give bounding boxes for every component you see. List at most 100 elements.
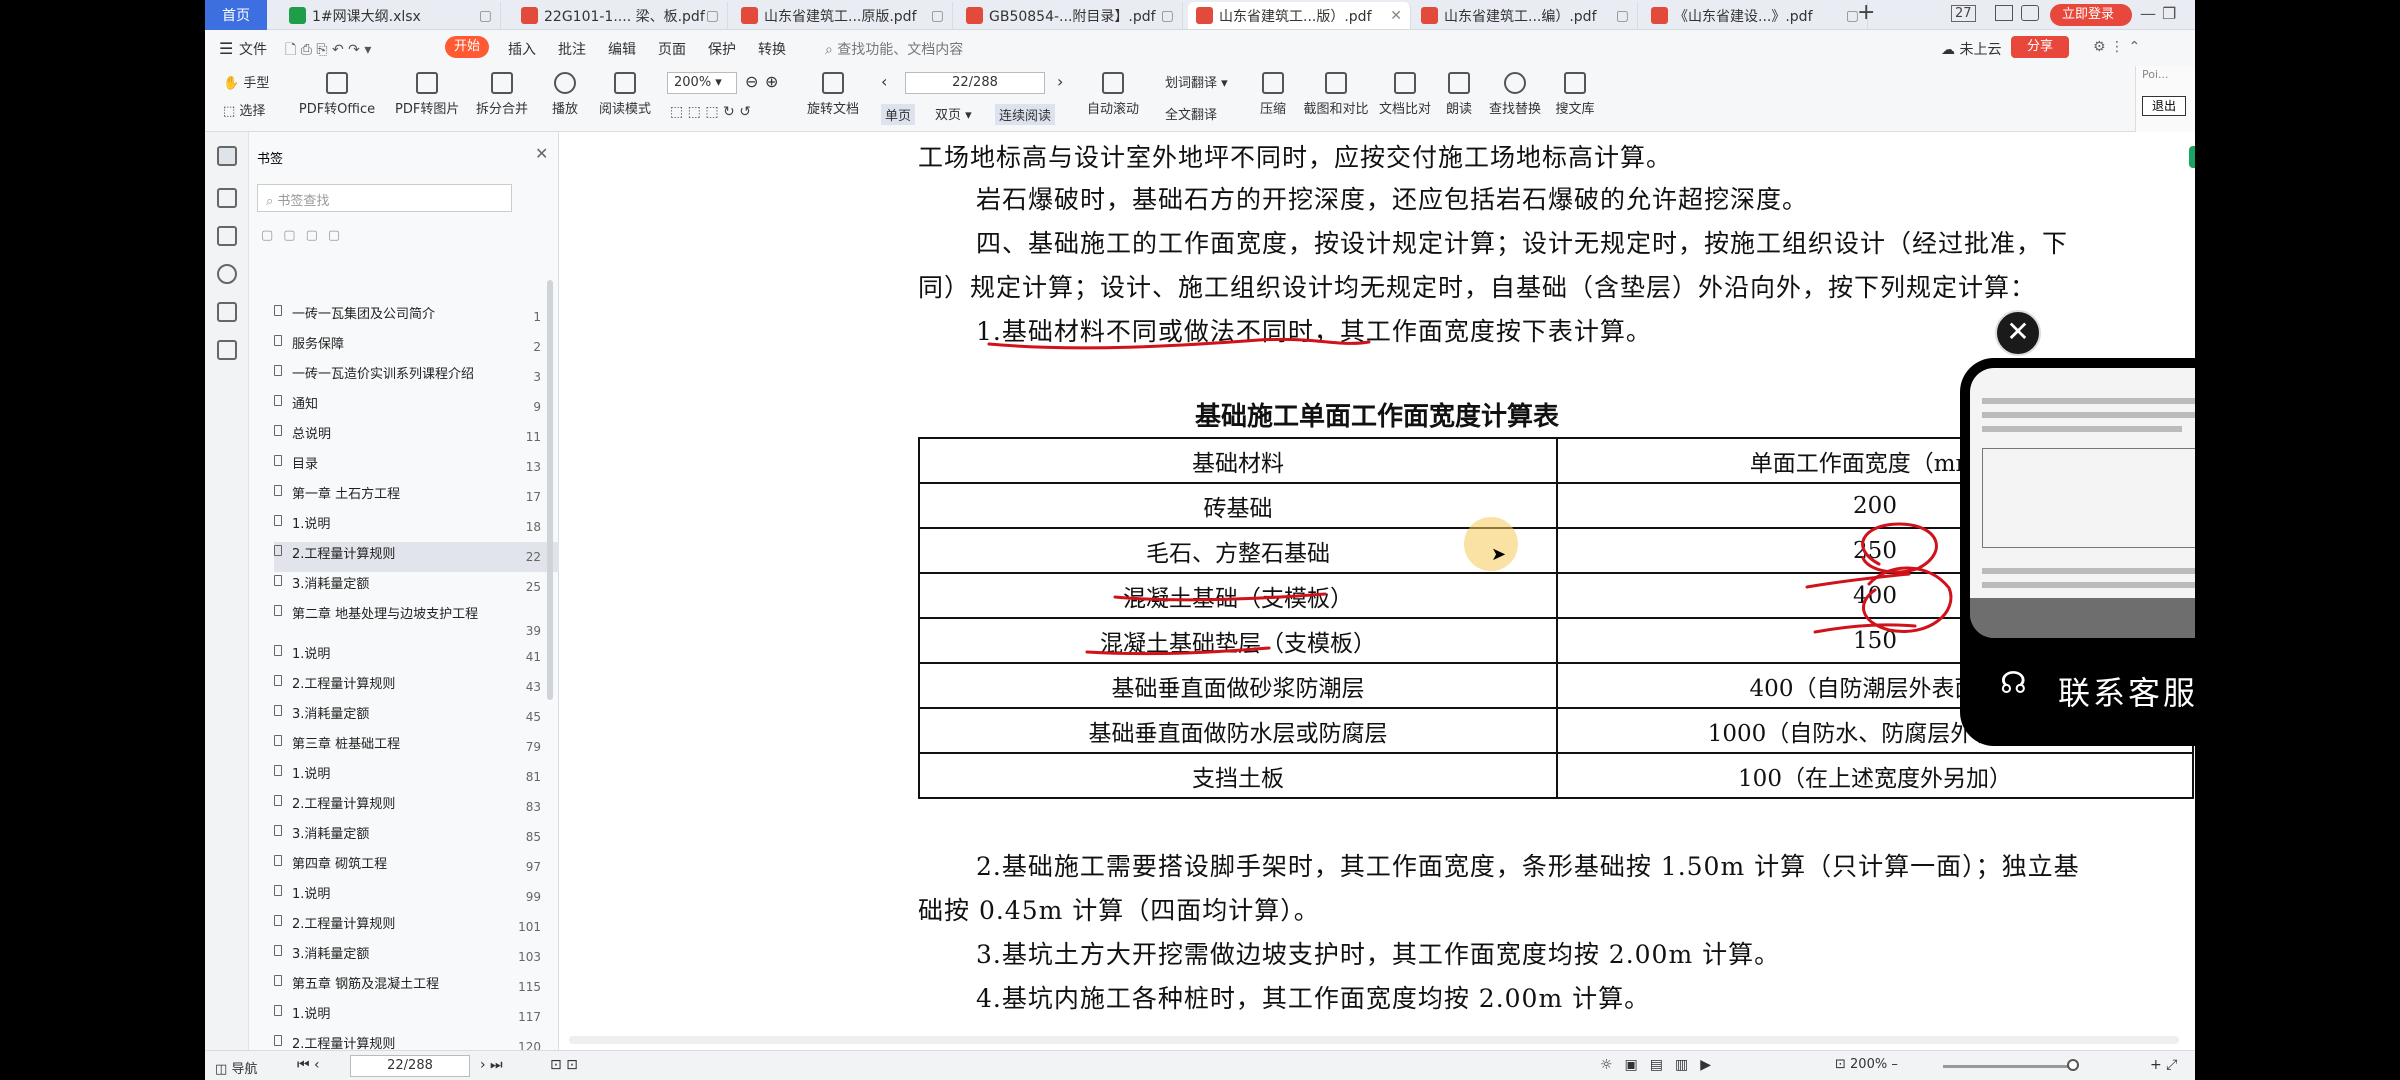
bookmark-item[interactable]: 第一章 土石方工程 17 — [274, 482, 559, 512]
bookmark-item[interactable]: 2.工程量计算规则 101 — [274, 912, 559, 942]
compress-button[interactable]: 压缩 — [1253, 72, 1293, 117]
layers-icon[interactable] — [217, 340, 237, 360]
bookmark-item[interactable]: 1.说明 41 — [274, 642, 559, 672]
find-replace-button[interactable]: 查找替换 — [1485, 72, 1545, 117]
bookmark-item[interactable]: 第三章 桩基础工程 79 — [274, 732, 559, 762]
next-page-icon[interactable]: › — [1057, 72, 1063, 91]
split-merge-button[interactable]: 拆分合并 — [470, 72, 534, 117]
bookmark-item[interactable]: 目录 13 — [274, 452, 559, 482]
bookmark-item[interactable]: 3.消耗量定额 25 — [274, 572, 559, 602]
save-icon[interactable]: 🗋 ⎙ ⎘ ↶ ↷ ▾ — [285, 39, 371, 63]
fullscreen-icon[interactable]: + ⤢ — [2150, 1057, 2177, 1073]
menu-file[interactable]: 文件 — [239, 39, 267, 59]
bookmark-item[interactable]: 总说明 11 — [274, 422, 559, 452]
single-page-button[interactable]: 单页 — [881, 104, 916, 125]
settings-icon[interactable]: ⚙ ⋮ ⌃ — [2093, 39, 2140, 55]
contact-service-label[interactable]: 联系客服 — [2058, 668, 2195, 714]
bookmark-item[interactable]: 第五章 钢筋及混凝土工程 115 — [274, 972, 559, 1002]
double-page-button[interactable]: 双页 ▾ — [935, 104, 972, 123]
tab-pdf[interactable]: 22G101-1.... 梁、板.pdf ▢ — [513, 2, 728, 29]
new-tab-icon[interactable]: + — [1857, 0, 1875, 25]
bookmark-item[interactable]: 通知 9 — [274, 392, 559, 422]
select-tool[interactable]: ⬚ 选择 — [223, 100, 265, 119]
menu-edit[interactable]: 编辑 — [608, 39, 636, 59]
continuous-button[interactable]: 连续阅读 — [995, 104, 1056, 125]
bookmark-icon[interactable] — [217, 146, 237, 166]
cloud-status[interactable]: ☁ 未上云 — [1941, 39, 2001, 59]
pdf-to-image-button[interactable]: PDF转图片 — [395, 72, 459, 117]
read-mode-button[interactable]: 阅读模式 — [595, 72, 655, 117]
read-aloud-button[interactable]: 朗读 — [1439, 72, 1479, 117]
close-icon[interactable]: ▢ — [706, 8, 719, 24]
share-button[interactable]: 分享 — [2011, 36, 2069, 58]
bookmark-item[interactable]: 1.说明 81 — [274, 762, 559, 792]
side-app-icon[interactable] — [2189, 146, 2195, 168]
doc-compare-button[interactable]: 文档比对 — [1377, 72, 1433, 117]
minimize-icon[interactable]: — — [2140, 4, 2156, 23]
hamburger-icon[interactable]: ☰ — [219, 39, 233, 58]
rotate-button[interactable]: 旋转文档 — [805, 72, 861, 117]
bookmark-item[interactable]: 一砖一瓦造价实训系列课程介绍 3 — [274, 362, 559, 392]
hand-tool[interactable]: ✋ 手型 — [223, 72, 269, 91]
login-button[interactable]: 立即登录 — [2050, 4, 2132, 26]
nav-button[interactable]: ◫ 导航 — [215, 1058, 257, 1077]
document-view[interactable]: 工场地标高与设计室外地坪不同时，应按交付施工场地标高计算。 岩石爆破时，基础石方… — [559, 132, 2195, 1050]
menu-page[interactable]: 页面 — [658, 39, 686, 59]
bookmark-item[interactable]: 3.消耗量定额 45 — [274, 702, 559, 732]
video-thumbnail[interactable] — [1970, 368, 2195, 638]
zoom-out-icon[interactable]: ⊖ — [745, 72, 758, 91]
search-library-button[interactable]: 搜文库 — [1551, 72, 1599, 117]
floating-video-widget[interactable]: ☊ 联系客服 — [1960, 358, 2195, 746]
close-icon[interactable]: ✕ — [535, 144, 548, 163]
tab-xlsx[interactable]: 1#网课大纲.xlsx ▢ — [281, 2, 501, 29]
page-input[interactable]: 22/288 — [905, 72, 1045, 94]
menu-insert[interactable]: 插入 — [508, 39, 536, 59]
menu-start[interactable]: 开始 — [445, 36, 489, 58]
play-button[interactable]: 播放 — [545, 72, 585, 117]
close-icon[interactable]: ▢ — [931, 8, 944, 24]
grid-icon[interactable] — [2021, 5, 2039, 21]
bookmark-item[interactable]: 2.工程量计算规则 83 — [274, 792, 559, 822]
bookmark-item[interactable]: 1.说明 117 — [274, 1002, 559, 1032]
bookmark-item[interactable]: 3.消耗量定额 85 — [274, 822, 559, 852]
bookmark-item[interactable]: 2.工程量计算规则 43 — [274, 672, 559, 702]
full-translate-button[interactable]: 全文翻译 — [1165, 104, 1217, 123]
bookmark-item[interactable]: 第四章 砌筑工程 97 — [274, 852, 559, 882]
comment-icon[interactable] — [217, 226, 237, 246]
layout-icon[interactable] — [1995, 5, 2013, 21]
video-controls[interactable] — [1970, 598, 2195, 638]
bookmark-search-input[interactable]: ⌕ 书签查找 — [257, 184, 512, 212]
last-page-icon[interactable]: › ⏭ — [480, 1057, 503, 1073]
bookmark-item[interactable]: 1.说明 99 — [274, 882, 559, 912]
fit-icon[interactable]: ⊡ ⊡ — [550, 1057, 578, 1073]
pdf-to-office-button[interactable]: PDF转Office — [297, 72, 377, 117]
thumbnail-icon[interactable] — [217, 188, 237, 208]
bookmark-action-icons[interactable]: ▢▢▢▢ — [261, 228, 350, 243]
signature-icon[interactable] — [217, 302, 237, 322]
tab-pdf-active[interactable]: 山东省建筑工...版）.pdf ✕ — [1188, 2, 1411, 29]
bookmark-item[interactable]: 第二章 地基处理与边坡支护工程 39 — [274, 602, 559, 642]
close-icon[interactable]: ▢ — [479, 8, 492, 24]
view-mode-icons[interactable]: ☼▣▤▥▶ — [1600, 1057, 1723, 1073]
auto-scroll-button[interactable]: 自动滚动 — [1085, 72, 1141, 117]
zoom-slider[interactable] — [1943, 1065, 2073, 1068]
zoom-slider-handle[interactable] — [2067, 1059, 2079, 1071]
close-icon[interactable]: ✕ — [1390, 8, 1402, 24]
attachment-icon[interactable] — [217, 264, 237, 284]
menu-protect[interactable]: 保护 — [708, 39, 736, 59]
close-icon[interactable]: ✕ — [1995, 310, 2041, 356]
shape-tools[interactable]: ⬚ ⬚ ⬚ ↻ ↺ — [670, 104, 751, 120]
prev-page-icon[interactable]: ‹ — [881, 72, 887, 91]
menu-comment[interactable]: 批注 — [558, 39, 586, 59]
screenshot-compare-button[interactable]: 截图和对比 — [1301, 72, 1371, 117]
status-zoom[interactable]: ⊡ 200% – — [1835, 1057, 1898, 1072]
tab-pdf[interactable]: 山东省建筑工...编）.pdf ▢ — [1413, 2, 1638, 29]
tab-pdf[interactable]: 《山东省建设...》.pdf ▢ — [1643, 2, 1868, 29]
tab-home[interactable]: 首页 — [205, 0, 267, 30]
bookmark-item[interactable]: 1.说明 18 — [274, 512, 559, 542]
bookmark-item[interactable]: 服务保障 2 — [274, 332, 559, 362]
bookmark-item[interactable]: 3.消耗量定额 103 — [274, 942, 559, 972]
first-page-icon[interactable]: ⏮ ‹ — [297, 1057, 320, 1073]
bookmark-item[interactable]: 2.工程量计算规则 22 — [274, 542, 559, 572]
zoom-in-icon[interactable]: ⊕ — [765, 72, 778, 91]
